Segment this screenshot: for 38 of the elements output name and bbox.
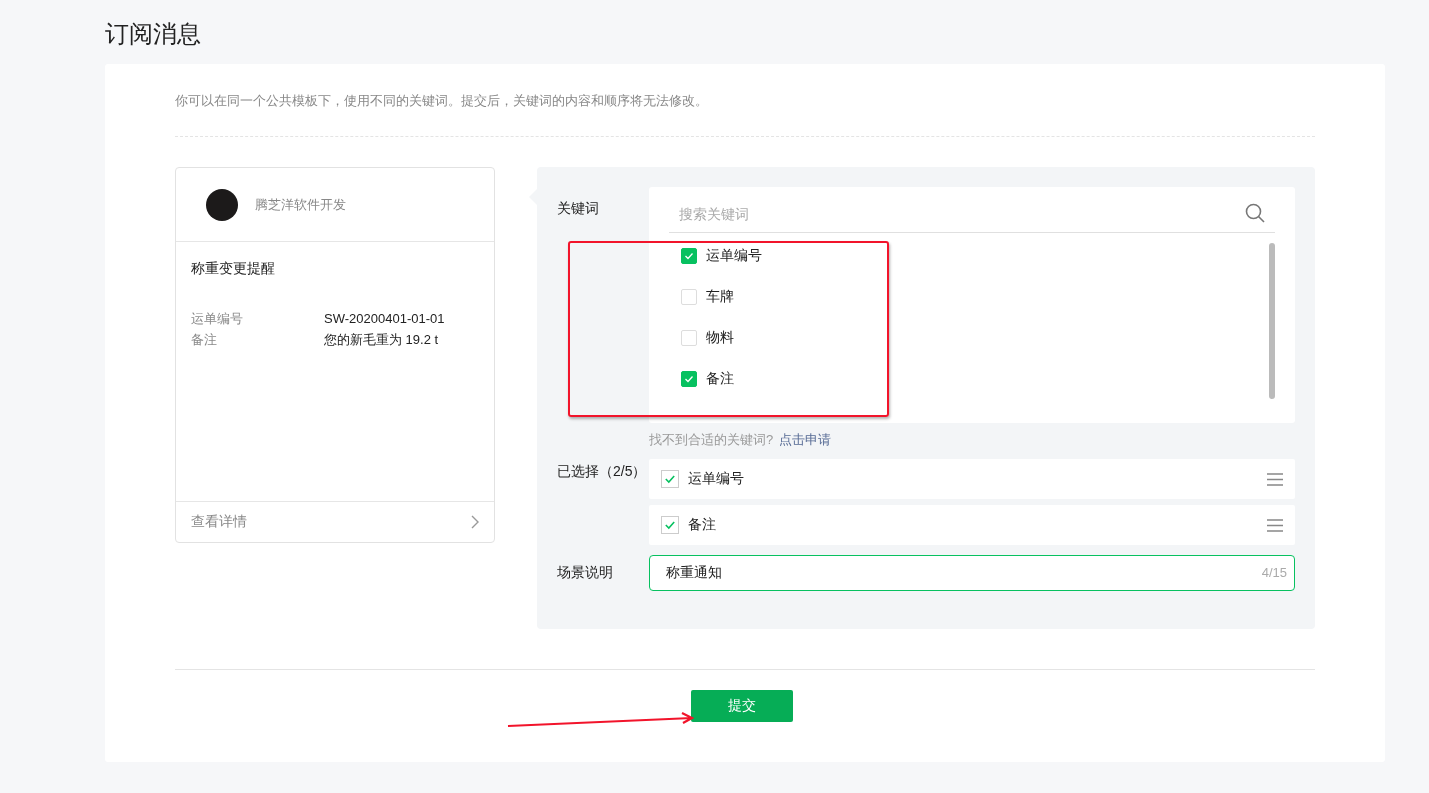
check-icon (664, 473, 676, 485)
checkbox[interactable] (681, 248, 697, 264)
drag-handle-icon[interactable] (1267, 518, 1283, 532)
account-avatar (206, 188, 238, 221)
page-title: 订阅消息 (105, 19, 202, 49)
template-title: 称重变更提醒 (191, 260, 276, 278)
selected-keyword-row[interactable]: 运单编号 (649, 459, 1295, 499)
check-icon (684, 374, 694, 384)
selected-keyword-label: 运单编号 (688, 470, 745, 488)
field-label: 备注 (191, 331, 218, 349)
drag-handle-icon[interactable] (1267, 472, 1283, 486)
checkbox[interactable] (681, 371, 697, 387)
description-text: 你可以在同一个公共模板下，使用不同的关键词。提交后，关键词的内容和顺序将无法修改。 (175, 92, 1315, 137)
keyword-option[interactable]: 物料 (681, 327, 734, 349)
scene-label: 场景说明 (557, 563, 614, 582)
checkbox[interactable] (661, 516, 679, 534)
checkbox[interactable] (661, 470, 679, 488)
keyword-search-field[interactable]: 搜索关键词 (669, 195, 1275, 233)
chevron-right-icon (471, 515, 479, 529)
keywords-label: 关键词 (557, 199, 600, 218)
keyword-option[interactable]: 车牌 (681, 286, 734, 308)
field-value: SW-20200401-01-01 (324, 310, 446, 328)
hint-text: 找不到合适的关键词? (649, 432, 774, 447)
keyword-option[interactable]: 备注 (681, 368, 734, 390)
field-label: 运单编号 (191, 310, 244, 328)
selected-keyword-label: 备注 (688, 516, 717, 534)
apply-link[interactable]: 点击申请 (779, 432, 832, 447)
scrollbar[interactable] (1269, 243, 1275, 399)
selected-keyword-row[interactable]: 备注 (649, 505, 1295, 545)
account-name: 腾芝洋软件开发 (255, 195, 346, 214)
selected-label: 已选择（2/5） (557, 462, 648, 481)
field-value: 您的新毛重为 19.2 t (324, 331, 440, 349)
view-details-link[interactable]: 查看详情 (176, 501, 494, 542)
check-icon (684, 251, 694, 261)
keyword-option[interactable]: 运单编号 (681, 245, 762, 267)
character-counter: 4/15 (1261, 565, 1287, 580)
search-icon[interactable] (1245, 203, 1265, 223)
check-icon (664, 519, 676, 531)
